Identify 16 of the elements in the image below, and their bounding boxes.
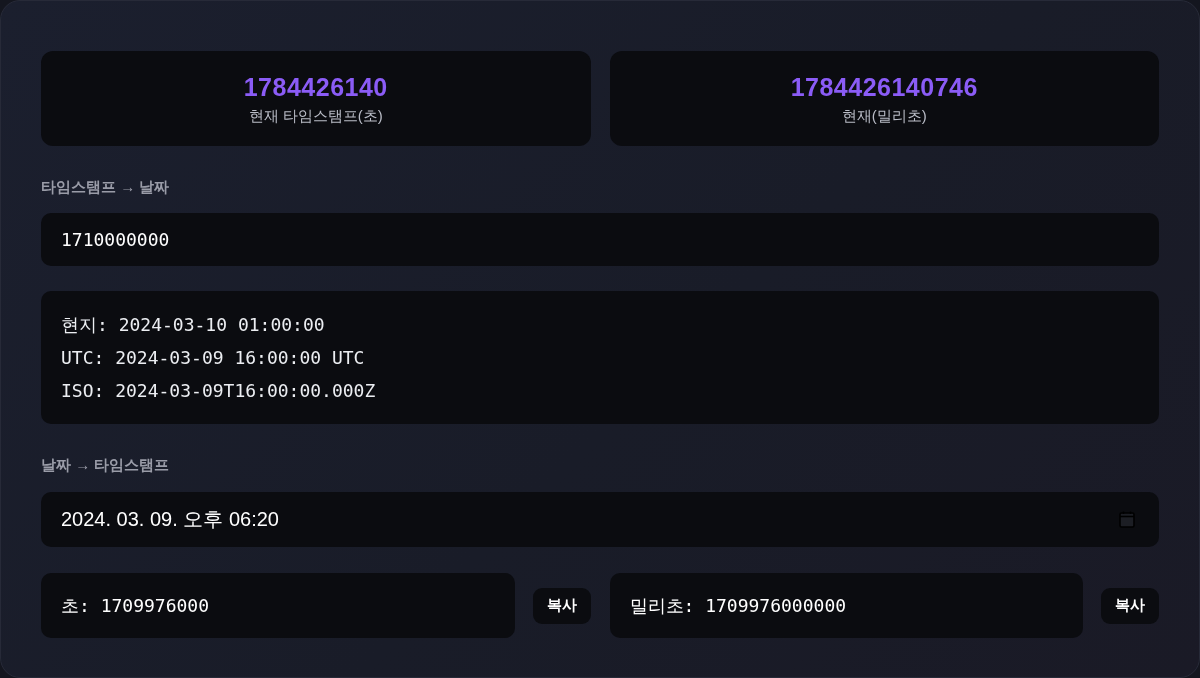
section-title: 타임스탬프 → 날짜 (41, 178, 170, 196)
section-title: 날짜 → 타임스탬프 (41, 456, 170, 474)
copy-button[interactable]: 복사 (1101, 587, 1159, 624)
stat-label: 현재 타임스탬프(초) (248, 106, 383, 125)
stat-label: 현재(밀리초) (841, 106, 927, 125)
result-field: 초: 1709976000 (41, 573, 515, 638)
copy-button[interactable]: 복사 (532, 587, 591, 624)
date-input[interactable]: 2024. 03. 09. 오후 06:20 (41, 492, 1159, 547)
timestamp-input[interactable]: 1710000000 (41, 213, 1159, 266)
result-line: ISO: 2024-03-09T16:00:00.000Z (61, 379, 376, 403)
stat-value: 1784426140 (243, 72, 388, 101)
result-line: 현지: 2024-03-10 01:00:00 (61, 313, 325, 337)
calendar-icon[interactable] (1119, 511, 1135, 528)
stat-value: 1784426140746 (790, 72, 978, 101)
result-field: 밀리초: 1709976000000 (609, 573, 1083, 638)
result-line: UTC: 2024-03-09 16:00:00 UTC (61, 346, 365, 370)
